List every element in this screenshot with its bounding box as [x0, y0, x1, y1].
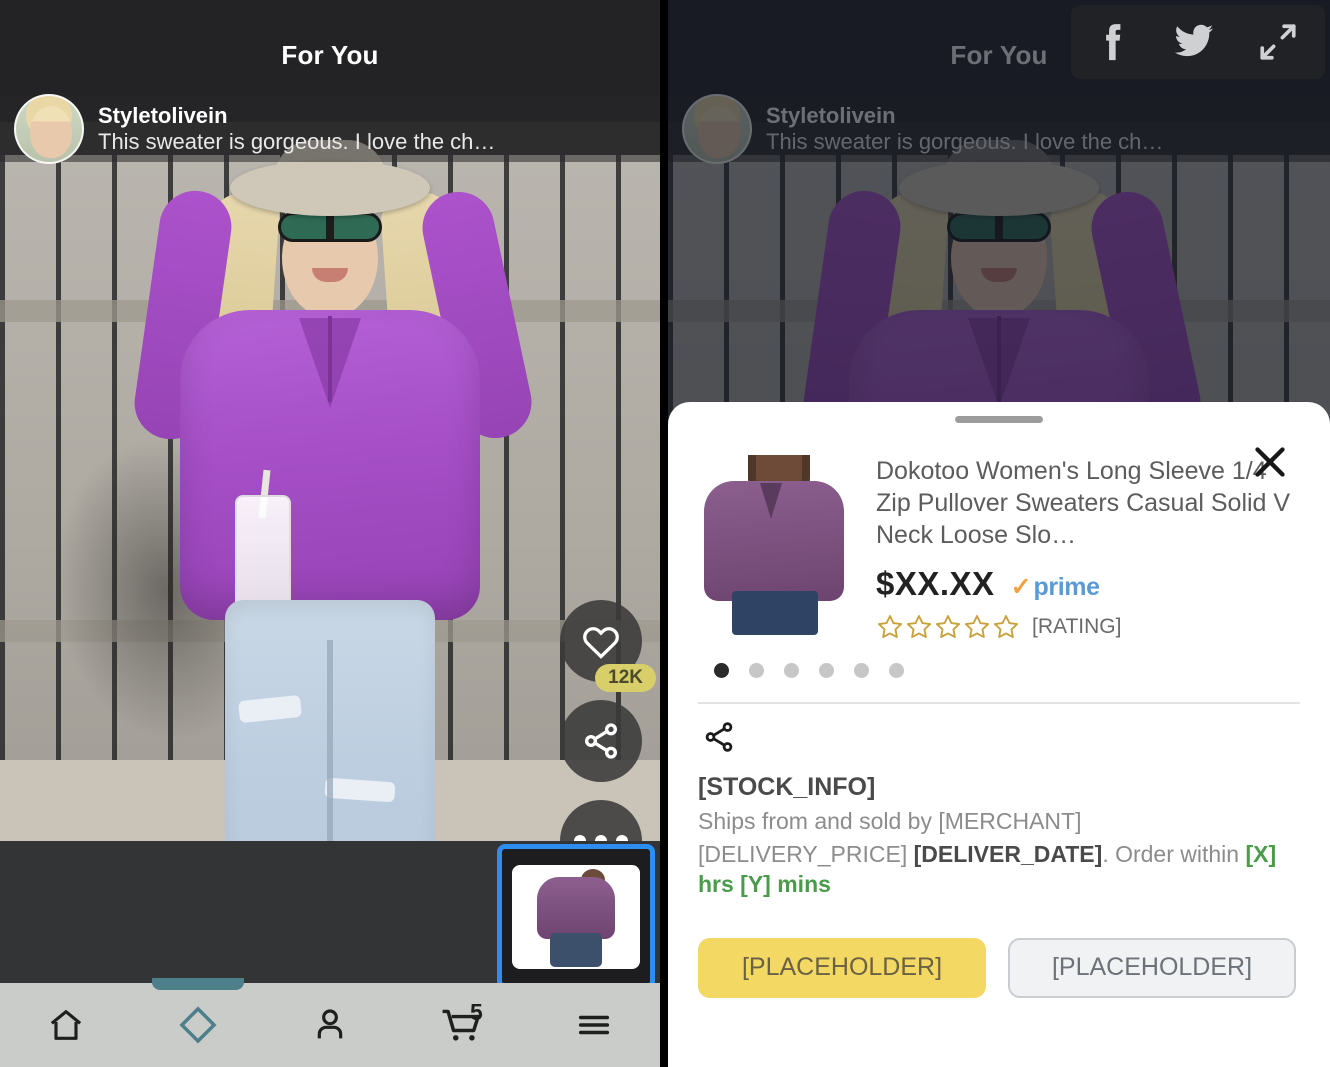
secondary-action-button[interactable]: [PLACEHOLDER] — [1008, 937, 1296, 998]
add-to-cart-button[interactable]: [PLACEHOLDER] — [698, 937, 986, 998]
person-icon — [317, 1009, 343, 1039]
merchant-line: Ships from and sold by [MERCHANT] — [698, 808, 1082, 834]
close-icon — [1255, 447, 1285, 477]
hamburger-menu-icon — [578, 1015, 610, 1035]
prime-label: prime — [1033, 573, 1100, 601]
sidebar-item-account[interactable] — [264, 983, 396, 1067]
delivery-price: [DELIVERY_PRICE] — [698, 841, 908, 867]
carousel-dot[interactable] — [889, 663, 904, 678]
star-icon — [906, 615, 932, 638]
carousel-dot[interactable] — [784, 663, 799, 678]
twitter-share-button[interactable] — [1173, 23, 1215, 61]
star-icon — [993, 615, 1019, 638]
cta-row: [PLACEHOLDER] [PLACEHOLDER] — [698, 937, 1300, 998]
sidebar-item-cart[interactable]: 5 — [396, 983, 528, 1067]
sheet-share-row[interactable] — [698, 704, 1300, 765]
sidebar-item-home[interactable] — [0, 983, 132, 1067]
facebook-icon — [1106, 24, 1121, 61]
product-bottom-sheet: Dokotoo Women's Long Sleeve 1/4 Zip Pull… — [668, 402, 1330, 1067]
facebook-share-button[interactable] — [1097, 19, 1131, 65]
home-icon — [50, 1010, 82, 1040]
prime-check-icon: ✓ — [1010, 573, 1032, 601]
poster-name: Styletolivein — [98, 103, 228, 129]
sidebar-item-inspire[interactable] — [132, 978, 264, 1067]
product-thumbnail-image — [512, 864, 640, 969]
close-button[interactable] — [1250, 442, 1290, 487]
price-row: $XX.XX ✓ prime — [876, 565, 1300, 603]
like-count-badge: 12K — [595, 664, 656, 692]
panel-divider — [660, 0, 668, 1067]
avatar[interactable] — [14, 94, 84, 164]
product-price: $XX.XX — [876, 565, 995, 602]
carousel-dot[interactable] — [749, 663, 764, 678]
product-summary: Dokotoo Women's Long Sleeve 1/4 Zip Pull… — [698, 455, 1300, 641]
active-tab-indicator — [152, 978, 244, 990]
bottom-nav: 5 — [0, 978, 660, 1067]
heart-icon — [583, 627, 619, 659]
carousel-dot[interactable] — [714, 663, 729, 678]
delivery-line: [DELIVERY_PRICE] [DELIVER_DATE]. Order w… — [698, 839, 1300, 900]
stock-info: [STOCK_INFO] — [698, 773, 876, 801]
rating-row[interactable]: [RATING] — [876, 613, 1300, 641]
star-rating — [876, 613, 1020, 641]
prime-badge: ✓ prime — [1011, 573, 1100, 602]
product-image[interactable] — [698, 455, 850, 635]
right-phone-panel: For You Styletolivein This sweater is go… — [668, 0, 1330, 1067]
image-carousel-dots[interactable] — [714, 663, 1300, 678]
product-strip — [0, 841, 660, 989]
twitter-icon — [1174, 24, 1213, 57]
star-icon — [964, 615, 990, 638]
left-phone-panel: For You Styletolivein This sweater is go… — [0, 0, 660, 1067]
product-title[interactable]: Dokotoo Women's Long Sleeve 1/4 Zip Pull… — [876, 455, 1300, 551]
star-icon — [877, 615, 903, 638]
share-button[interactable] — [560, 700, 642, 782]
share-icon — [705, 722, 733, 752]
action-rail: 12K — [560, 600, 656, 882]
rating-label: [RATING] — [1032, 615, 1122, 638]
diamond-icon — [179, 1006, 217, 1044]
star-icon — [935, 615, 961, 638]
feed-screen: For You Styletolivein This sweater is go… — [0, 0, 660, 1067]
sheet-drag-handle[interactable] — [955, 416, 1043, 423]
carousel-dot[interactable] — [854, 663, 869, 678]
social-share-bar — [1071, 5, 1325, 79]
screenshot-stage: For You Styletolivein This sweater is go… — [0, 0, 1330, 1067]
share-icon — [585, 723, 617, 759]
page-title: For You — [281, 40, 379, 70]
sidebar-item-menu[interactable] — [528, 983, 660, 1067]
carousel-dot[interactable] — [819, 663, 834, 678]
order-within-prefix: . Order within — [1102, 841, 1246, 867]
expand-icon — [1260, 24, 1296, 60]
feed-screen-dimmed: For You Styletolivein This sweater is go… — [668, 0, 1330, 1067]
poster-caption: This sweater is gorgeous. I love the ch… — [98, 129, 496, 154]
delivery-date: [DELIVER_DATE] — [913, 841, 1103, 867]
like-button[interactable]: 12K — [560, 600, 656, 692]
poster-banner[interactable]: Styletolivein This sweater is gorgeous. … — [0, 94, 660, 164]
cart-count-badge: 5 — [470, 999, 483, 1025]
expand-button[interactable] — [1257, 21, 1299, 63]
product-thumbnail-selected[interactable] — [497, 844, 655, 989]
